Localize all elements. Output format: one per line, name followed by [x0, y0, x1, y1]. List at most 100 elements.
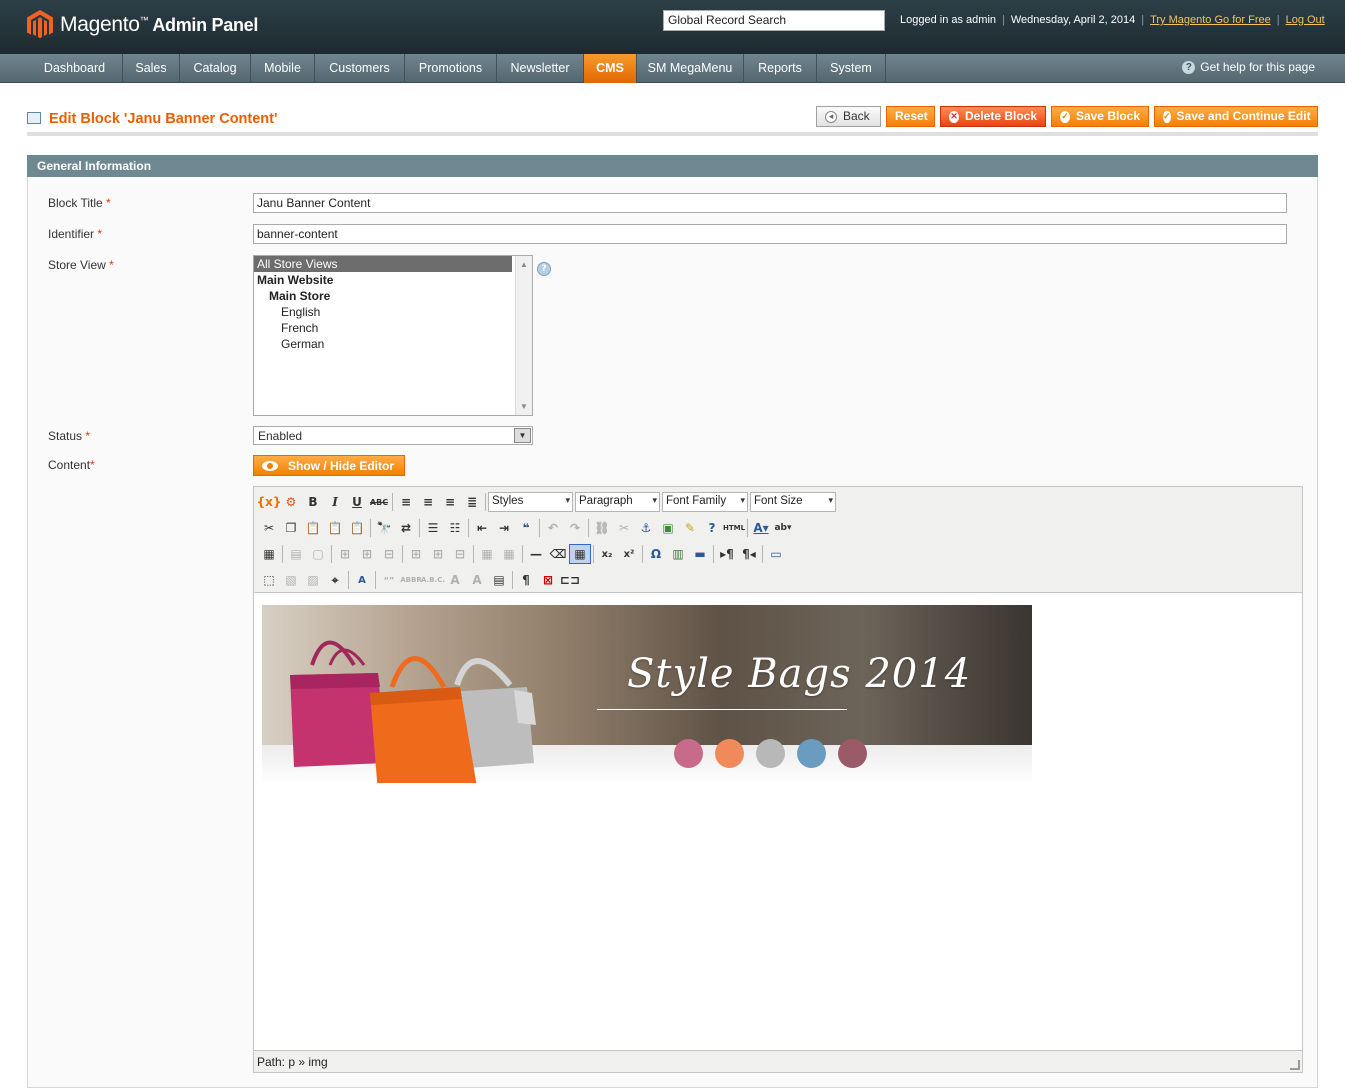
store-view-option[interactable]: English [254, 304, 512, 320]
cite-icon[interactable]: “” [378, 570, 400, 590]
nav-sales[interactable]: Sales [123, 54, 180, 83]
save-block-button[interactable]: ✓ Save Block [1051, 106, 1149, 127]
text-color-icon[interactable]: A▾ [750, 518, 772, 538]
store-view-option[interactable]: French [254, 320, 512, 336]
insert-widget-icon[interactable]: ⚙ [280, 492, 302, 512]
replace-icon[interactable]: ⇄ [395, 518, 417, 538]
insert-col-after-icon[interactable]: ⊞ [427, 544, 449, 564]
align-right-icon[interactable]: ≡ [439, 492, 461, 512]
align-justify-icon[interactable]: ≣ [461, 492, 483, 512]
reset-button[interactable]: Reset [886, 106, 935, 127]
nav-customers[interactable]: Customers [315, 54, 405, 83]
style-props-icon[interactable]: A [351, 570, 373, 590]
insert-row-before-icon[interactable]: ⊞ [334, 544, 356, 564]
help-link[interactable]: ? Get help for this page [1182, 60, 1315, 74]
split-cells-icon[interactable]: ▦ [476, 544, 498, 564]
paste-icon[interactable]: 📋 [302, 518, 324, 538]
editor-content-area[interactable]: Style Bags 2014 [254, 593, 1302, 1050]
resize-handle-icon[interactable] [1290, 1060, 1300, 1070]
nav-cms[interactable]: CMS [584, 54, 637, 83]
underline-icon[interactable]: U [346, 492, 368, 512]
bullet-list-icon[interactable]: ☰ [422, 518, 444, 538]
block-title-input[interactable]: Janu Banner Content [253, 193, 1287, 213]
strikethrough-icon[interactable]: ABC [368, 492, 390, 512]
move-backward-icon[interactable]: ▨ [302, 570, 324, 590]
acronym-icon[interactable]: A.B.C. [421, 570, 445, 590]
horizontal-rule-icon[interactable]: — [525, 544, 547, 564]
cut-icon[interactable]: ✂ [258, 518, 280, 538]
special-char-icon[interactable]: Ω [645, 544, 667, 564]
redo-icon[interactable]: ↷ [564, 518, 586, 538]
nav-mobile[interactable]: Mobile [251, 54, 315, 83]
font-size-dropdown[interactable]: Font Size [750, 492, 836, 512]
paste-word-icon[interactable]: 📋 [346, 518, 368, 538]
format-dropdown[interactable]: Paragraph [575, 492, 660, 512]
delete-col-icon[interactable]: ⊟ [449, 544, 471, 564]
nav-catalog[interactable]: Catalog [180, 54, 251, 83]
remove-format-icon[interactable]: ⌫ [547, 544, 569, 564]
identifier-input[interactable]: banner-content [253, 224, 1287, 244]
nav-promotions[interactable]: Promotions [405, 54, 497, 83]
attributes-icon[interactable]: ▤ [488, 570, 510, 590]
store-view-option[interactable]: All Store Views [254, 256, 512, 272]
nav-sm-megamenu[interactable]: SM MegaMenu [637, 54, 744, 83]
global-search-input[interactable]: Global Record Search [663, 10, 885, 31]
fullscreen-icon[interactable]: ▭ [765, 544, 787, 564]
insert-col-before-icon[interactable]: ⊞ [405, 544, 427, 564]
media-icon[interactable]: ▥ [667, 544, 689, 564]
nav-system[interactable]: System [817, 54, 886, 83]
copy-icon[interactable]: ❐ [280, 518, 302, 538]
image-icon[interactable]: ▣ [657, 518, 679, 538]
store-view-scrollbar[interactable]: ▲ ▼ [515, 256, 532, 415]
unlink-icon[interactable]: ✂ [613, 518, 635, 538]
insert-table-icon[interactable]: ▦ [258, 544, 280, 564]
merge-cells-icon[interactable]: ▦ [498, 544, 520, 564]
link-icon[interactable]: ⛓ [591, 518, 613, 538]
delete-row-icon[interactable]: ⊟ [378, 544, 400, 564]
scroll-down-icon[interactable]: ▼ [520, 402, 528, 411]
insert-text-icon[interactable]: A [466, 570, 488, 590]
abbr-icon[interactable]: ABBR [400, 570, 422, 590]
store-view-option[interactable]: German [254, 336, 512, 352]
html-source-icon[interactable]: HTML [723, 518, 745, 538]
non-breaking-icon[interactable]: ⊠ [537, 570, 559, 590]
editor-path[interactable]: Path: p » img [257, 1055, 328, 1069]
cleanup-icon[interactable]: ✎ [679, 518, 701, 538]
delete-text-icon[interactable]: A [444, 570, 466, 590]
background-color-icon[interactable]: ab▾ [772, 518, 794, 538]
page-break-icon[interactable]: ⊏⊐ [559, 570, 581, 590]
superscript-icon[interactable]: x² [618, 544, 640, 564]
ltr-icon[interactable]: ▸¶ [716, 544, 738, 564]
show-hide-editor-button[interactable]: Show / Hide Editor [253, 455, 406, 476]
table-cell-props-icon[interactable]: ▢ [307, 544, 329, 564]
align-left-icon[interactable]: ≡ [395, 492, 417, 512]
save-continue-button[interactable]: ✓ Save and Continue Edit [1154, 106, 1318, 127]
insert-row-after-icon[interactable]: ⊞ [356, 544, 378, 564]
font-family-dropdown[interactable]: Font Family [662, 492, 748, 512]
banner-image[interactable]: Style Bags 2014 [262, 605, 1032, 783]
find-icon[interactable]: 🔭 [373, 518, 395, 538]
magento-logo[interactable]: Magento™ Admin Panel [27, 10, 258, 40]
styles-dropdown[interactable]: Styles [488, 492, 573, 512]
align-center-icon[interactable]: ≡ [417, 492, 439, 512]
visual-aid-icon[interactable]: ▦ [569, 544, 591, 564]
nav-reports[interactable]: Reports [744, 54, 817, 83]
delete-block-button[interactable]: ✕ Delete Block [940, 106, 1046, 127]
back-button[interactable]: ◂ Back [816, 106, 881, 127]
status-select[interactable]: Enabled ▼ [253, 426, 533, 445]
undo-icon[interactable]: ↶ [542, 518, 564, 538]
insert-layer-icon[interactable]: ⬚ [258, 570, 280, 590]
nav-newsletter[interactable]: Newsletter [497, 54, 584, 83]
absolute-position-icon[interactable]: ⌖ [324, 570, 346, 590]
nav-dashboard[interactable]: Dashboard [27, 54, 123, 83]
numbered-list-icon[interactable]: ☷ [444, 518, 466, 538]
indent-icon[interactable]: ⇥ [493, 518, 515, 538]
store-view-help-icon[interactable]: ? [537, 262, 551, 276]
italic-icon[interactable]: I [324, 492, 346, 512]
scroll-up-icon[interactable]: ▲ [520, 260, 528, 269]
move-forward-icon[interactable]: ▧ [280, 570, 302, 590]
subscript-icon[interactable]: x₂ [596, 544, 618, 564]
paste-text-icon[interactable]: 📋 [324, 518, 346, 538]
store-view-multiselect[interactable]: All Store Views Main Website Main Store … [253, 255, 533, 416]
bold-icon[interactable]: B [302, 492, 324, 512]
